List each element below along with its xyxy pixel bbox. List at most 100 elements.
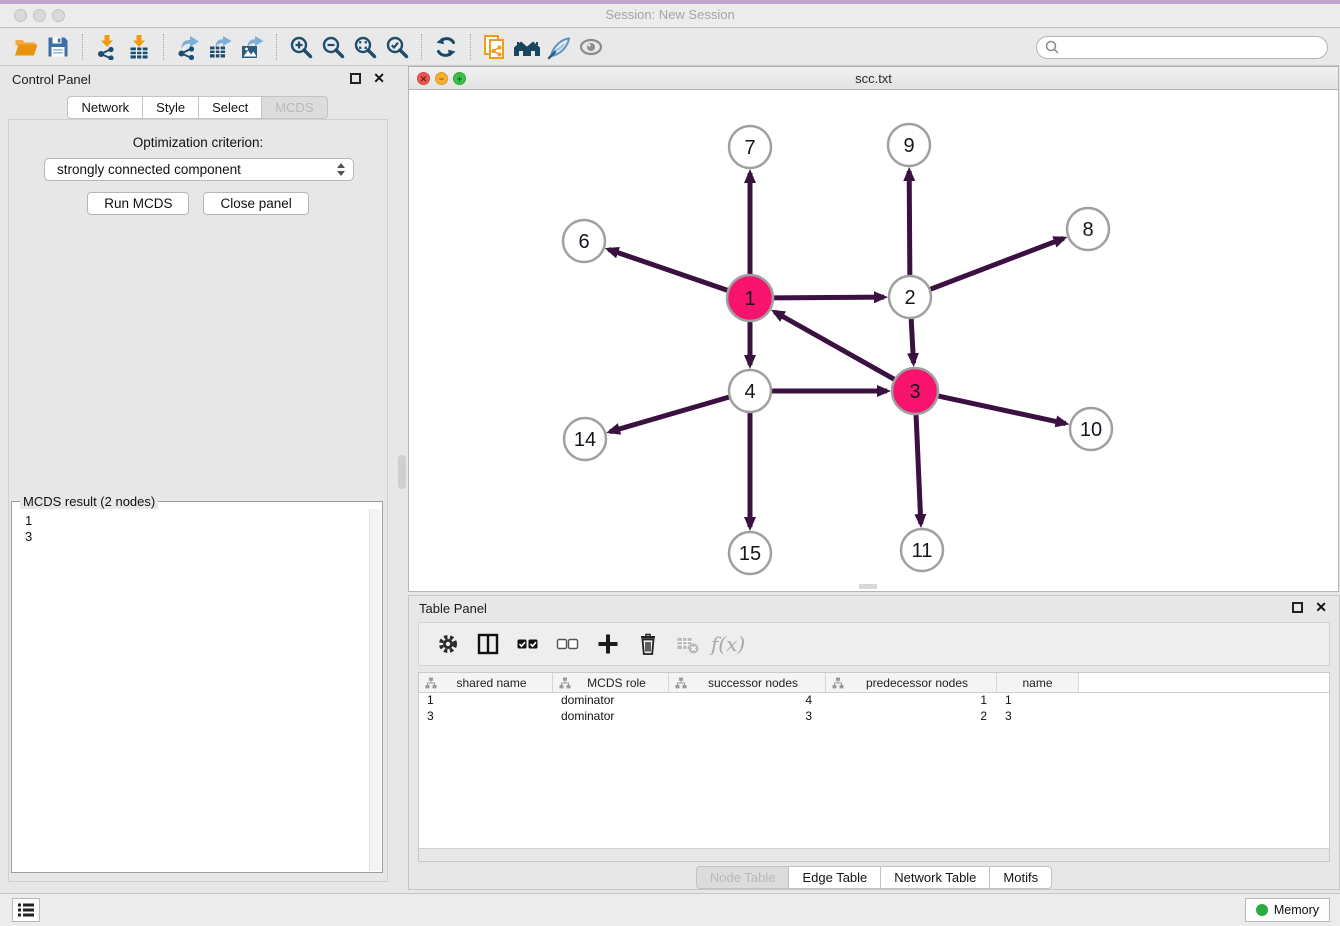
tab-style[interactable]: Style <box>142 96 198 119</box>
import-network-icon[interactable] <box>91 31 123 63</box>
export-table-icon[interactable] <box>204 31 236 63</box>
tab-edge-table[interactable]: Edge Table <box>788 866 880 889</box>
column-header-shared-name[interactable]: shared name <box>419 673 553 692</box>
graph-edge-2-9[interactable] <box>909 171 910 275</box>
network-window-titlebar[interactable]: ✕ − + scc.txt <box>409 67 1338 90</box>
cell-shared-name[interactable]: 1 <box>419 693 553 709</box>
node-table[interactable]: shared name MCDS role successor nodes pr… <box>418 672 1330 862</box>
table-row[interactable]: 1 dominator 4 1 1 <box>419 693 1329 709</box>
function-builder-icon[interactable]: f(x) <box>715 631 741 657</box>
export-network-icon[interactable] <box>172 31 204 63</box>
delete-table-icon[interactable] <box>675 631 701 657</box>
list-icon <box>17 902 35 918</box>
settings-gear-icon[interactable] <box>435 631 461 657</box>
export-image-icon[interactable] <box>236 31 268 63</box>
graph-node-label-3: 3 <box>909 381 920 403</box>
table-panel-title: Table Panel <box>419 601 487 616</box>
window-title: Session: New Session <box>0 7 1340 22</box>
mcds-result-item[interactable]: 1 <box>25 513 369 529</box>
cell-shared-name[interactable]: 3 <box>419 709 553 725</box>
main-toolbar <box>0 29 1340 66</box>
column-header-mcds-role[interactable]: MCDS role <box>553 673 669 692</box>
table-horizontal-scrollbar[interactable] <box>419 848 1329 861</box>
run-mcds-button[interactable]: Run MCDS <box>87 192 189 215</box>
control-panel: Control Panel ✕ Network Style Select MCD… <box>0 66 395 893</box>
search-icon <box>1045 40 1059 54</box>
toolbar-separator <box>163 34 164 60</box>
cell-mcds-role[interactable]: dominator <box>553 693 669 709</box>
graph-edge-3-1[interactable] <box>774 312 894 379</box>
canvas-scroll-nub[interactable] <box>859 584 877 589</box>
uncheck-all-columns-icon[interactable] <box>555 631 581 657</box>
column-panel-icon[interactable] <box>475 631 501 657</box>
search-box[interactable] <box>1036 36 1328 59</box>
home-icon[interactable] <box>511 31 543 63</box>
network-canvas[interactable]: 7968124314101511 <box>409 91 1338 591</box>
graph-node-label-15: 15 <box>739 543 761 565</box>
mcds-result-list[interactable]: 1 3 <box>13 509 369 871</box>
network-graph[interactable]: 7968124314101511 <box>409 91 1338 592</box>
zoom-selected-icon[interactable] <box>381 31 413 63</box>
add-column-icon[interactable] <box>595 631 621 657</box>
optimization-criterion-select[interactable]: strongly connected component <box>44 158 354 181</box>
control-panel-float-icon[interactable] <box>350 73 361 84</box>
graph-edge-3-11[interactable] <box>916 415 921 524</box>
tab-node-table[interactable]: Node Table <box>696 866 789 889</box>
optimization-criterion-value: strongly connected component <box>57 162 241 177</box>
panel-divider-handle[interactable] <box>398 455 406 489</box>
tab-mcds[interactable]: MCDS <box>261 96 327 119</box>
zoom-in-icon[interactable] <box>285 31 317 63</box>
graph-edge-4-14[interactable] <box>610 397 729 432</box>
memory-button[interactable]: Memory <box>1245 898 1330 922</box>
check-all-columns-icon[interactable] <box>515 631 541 657</box>
network-from-file-icon[interactable] <box>479 31 511 63</box>
column-header-successor-nodes[interactable]: successor nodes <box>669 673 826 692</box>
table-panel-close-icon[interactable]: ✕ <box>1315 599 1327 615</box>
status-bar: Memory <box>0 893 1340 926</box>
optimization-criterion-label: Optimization criterion: <box>9 135 387 150</box>
application-window: Session: New Session <box>0 0 1340 926</box>
refresh-icon[interactable] <box>430 31 462 63</box>
import-table-icon[interactable] <box>123 31 155 63</box>
delete-column-icon[interactable] <box>635 631 661 657</box>
task-history-button[interactable] <box>12 898 40 922</box>
zoom-fit-icon[interactable] <box>349 31 381 63</box>
column-header-name[interactable]: name <box>997 673 1079 692</box>
graph-edge-1-2[interactable] <box>774 297 884 298</box>
cell-successor-nodes[interactable]: 3 <box>669 709 826 725</box>
table-panel: Table Panel ✕ <box>408 595 1340 890</box>
network-window-title: scc.txt <box>409 71 1338 86</box>
graph-edge-2-3[interactable] <box>911 319 913 363</box>
tab-network-table[interactable]: Network Table <box>880 866 989 889</box>
mcds-result-item[interactable]: 3 <box>25 529 369 545</box>
control-panel-close-icon[interactable]: ✕ <box>373 70 385 86</box>
graph-node-label-8: 8 <box>1082 219 1093 241</box>
graph-node-label-6: 6 <box>578 231 589 253</box>
table-panel-float-icon[interactable] <box>1292 602 1303 613</box>
tab-motifs[interactable]: Motifs <box>989 866 1052 889</box>
result-scrollbar[interactable] <box>369 509 381 871</box>
style-brush-icon[interactable] <box>543 31 575 63</box>
cell-name[interactable]: 1 <box>997 693 1079 709</box>
cell-successor-nodes[interactable]: 4 <box>669 693 826 709</box>
cell-predecessor-nodes[interactable]: 1 <box>826 693 997 709</box>
fx-label: f(x) <box>711 632 745 656</box>
cell-name[interactable]: 3 <box>997 709 1079 725</box>
cell-mcds-role[interactable]: dominator <box>553 709 669 725</box>
table-tabs: Node Table Edge Table Network Table Moti… <box>409 866 1339 889</box>
zoom-out-icon[interactable] <box>317 31 349 63</box>
graph-edge-1-6[interactable] <box>609 249 728 290</box>
save-session-icon[interactable] <box>42 31 74 63</box>
graph-edge-2-8[interactable] <box>931 238 1064 289</box>
close-panel-button[interactable]: Close panel <box>203 192 308 215</box>
graph-edge-3-10[interactable] <box>938 396 1065 423</box>
column-header-predecessor-nodes[interactable]: predecessor nodes <box>826 673 997 692</box>
graphics-details-eye-icon[interactable] <box>575 31 607 63</box>
cell-predecessor-nodes[interactable]: 2 <box>826 709 997 725</box>
tab-select[interactable]: Select <box>198 96 261 119</box>
titlebar-accent-strip <box>0 0 1340 4</box>
tab-network[interactable]: Network <box>67 96 142 119</box>
search-input[interactable] <box>1064 40 1319 55</box>
open-session-icon[interactable] <box>10 31 42 63</box>
table-row[interactable]: 3 dominator 3 2 3 <box>419 709 1329 725</box>
